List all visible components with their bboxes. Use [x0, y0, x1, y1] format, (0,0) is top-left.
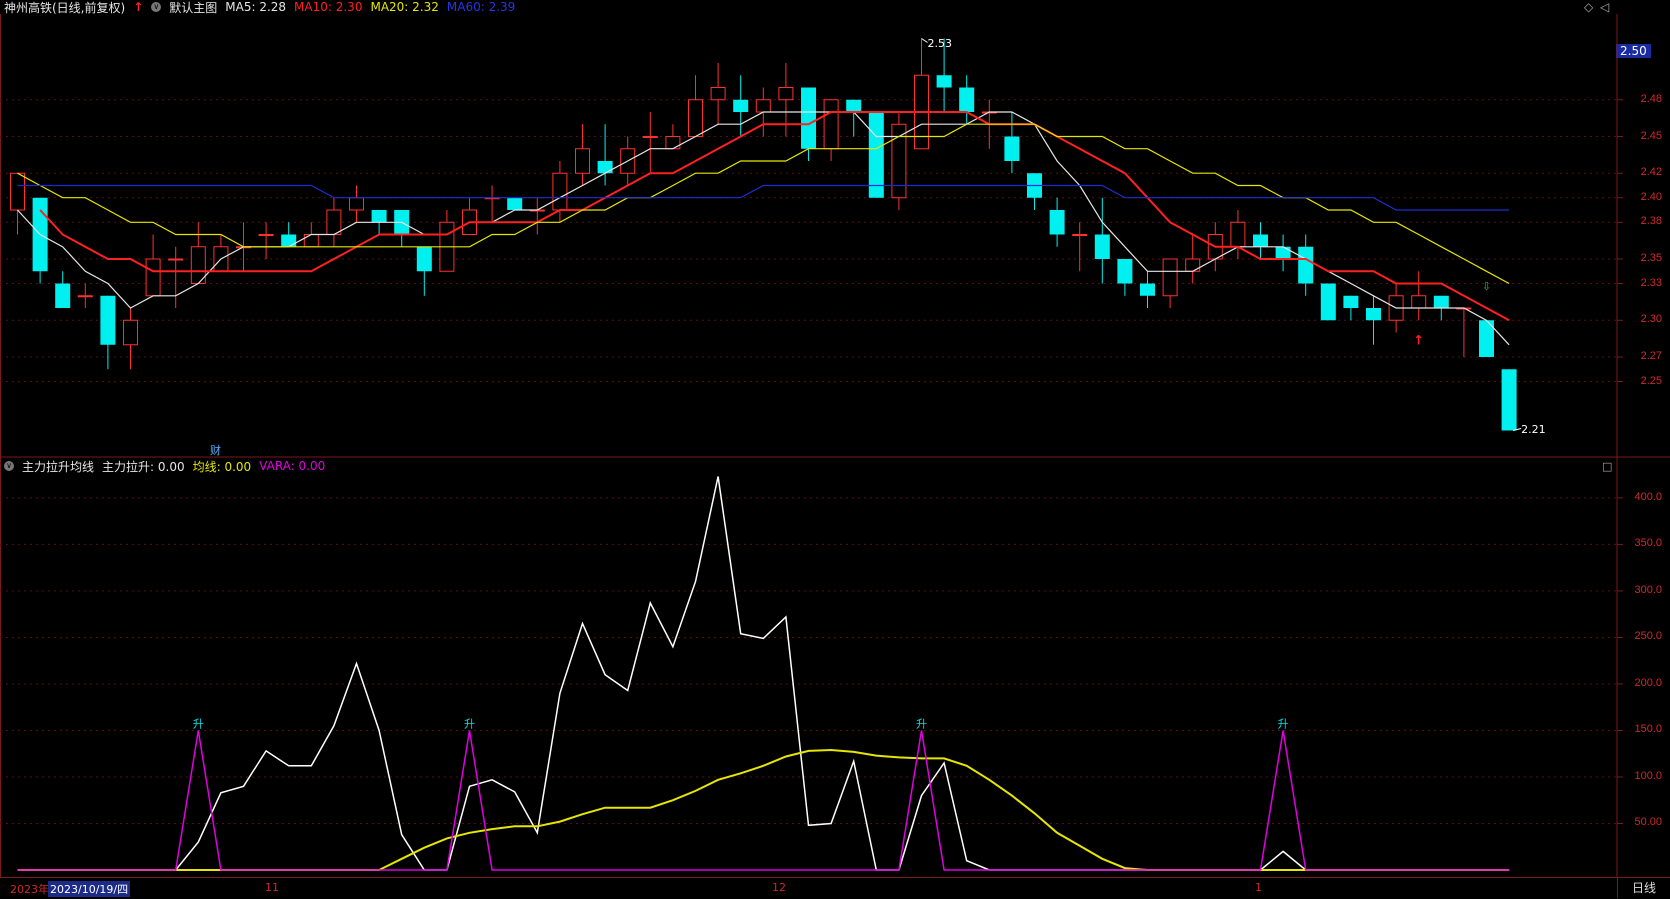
candle-body — [371, 210, 387, 223]
candle-body — [801, 87, 816, 149]
indicator-line-1 — [17, 748, 1510, 871]
candle-body — [936, 75, 952, 88]
price-tick-label: 2.42 — [1640, 166, 1662, 179]
signal-label: 升 — [464, 717, 475, 730]
price-tick-label: 2.38 — [1640, 215, 1662, 228]
candle-body — [1275, 246, 1291, 259]
candle-body — [552, 172, 568, 211]
candle-body — [1253, 234, 1268, 247]
date-axis: 2023年 2023/10/19/四 11 12 1 日线 — [0, 877, 1670, 899]
price-tick-label: 2.45 — [1640, 129, 1662, 142]
price-tick-label: 2.40 — [1640, 190, 1662, 203]
indicator-tick-label: 200.0 — [1634, 676, 1662, 689]
candle-body — [55, 283, 71, 308]
indicator-tick-label: 150.0 — [1634, 723, 1662, 736]
candle-body — [123, 319, 138, 346]
candle-body — [597, 161, 613, 174]
candle-body — [846, 99, 862, 112]
indicator-tick-label: 300.0 — [1634, 583, 1662, 596]
indicator-tick-label: 350.0 — [1634, 537, 1662, 550]
month-1-label: 1 — [1255, 881, 1262, 894]
candle-body — [1433, 295, 1449, 308]
candle-body — [1320, 283, 1336, 321]
candle-body — [416, 246, 432, 272]
candle-body — [1343, 295, 1359, 308]
ma-line-ma5 — [17, 111, 1510, 346]
candle-body — [507, 197, 523, 210]
candle-body — [303, 234, 319, 248]
candle-body — [868, 112, 884, 198]
sell-arrow-icon: ⇩ — [1482, 280, 1491, 293]
chart-canvas[interactable]: 升 升 升 升 ↑ ⇩ — [0, 0, 1670, 898]
signal-label: 升 — [916, 717, 927, 730]
candle-body — [710, 87, 726, 101]
ma-line-ma10 — [39, 111, 1510, 322]
candle-body — [665, 136, 681, 150]
candle-body — [1140, 283, 1155, 296]
month-12-label: 12 — [772, 881, 786, 894]
candle-body — [1411, 295, 1427, 309]
candle-body — [778, 87, 794, 101]
high-price-label: 2.53 — [927, 36, 953, 50]
candle-body — [1366, 308, 1381, 321]
candle-body — [891, 123, 907, 199]
candle-body — [1185, 258, 1201, 272]
candle-body — [1049, 210, 1065, 235]
candle-body — [642, 136, 658, 138]
candle-body — [1004, 136, 1020, 161]
price-tick-label: 2.27 — [1640, 350, 1662, 362]
candle-body — [1501, 369, 1517, 431]
candle-body — [168, 258, 184, 261]
candle-body — [145, 258, 161, 297]
signal-label: 升 — [193, 717, 204, 730]
indicator-tick-label: 50.00 — [1634, 816, 1662, 829]
indicator-tick-label: 100.0 — [1634, 769, 1662, 782]
candle-body — [688, 99, 703, 137]
candle-body — [733, 99, 749, 112]
candle-body — [1117, 259, 1133, 284]
signal-label: 升 — [1278, 717, 1289, 730]
candle-body — [10, 172, 25, 211]
candle-body — [1072, 234, 1088, 236]
indicator-tick-label: 400.0 — [1634, 490, 1662, 503]
candle-body — [1094, 234, 1110, 259]
month-11-label: 11 — [265, 881, 279, 894]
price-tick-label: 2.30 — [1640, 313, 1662, 326]
low-price-label: 2.21 — [1521, 422, 1546, 436]
candle-body — [755, 99, 771, 113]
price-tick-label: 2.33 — [1640, 276, 1662, 289]
candle-body — [258, 234, 274, 236]
candle-body — [77, 295, 93, 298]
buy-arrow-icon: ↑ — [1413, 334, 1424, 349]
candle-body — [349, 197, 364, 211]
candle-body — [575, 148, 590, 174]
finance-marker[interactable]: 财 — [210, 442, 221, 458]
candle-body — [959, 87, 975, 112]
candle-body — [1230, 221, 1246, 248]
indicator-line-0 — [17, 476, 1510, 871]
candle-body — [281, 234, 297, 247]
candle-body — [823, 99, 839, 150]
price-tick-label: 2.25 — [1640, 374, 1662, 387]
candle-body — [1298, 246, 1314, 284]
period-button[interactable]: 日线 — [1617, 878, 1670, 898]
price-tick-label: 2.35 — [1640, 252, 1662, 264]
selected-date: 2023/10/19/四 — [48, 881, 131, 897]
candle-body — [326, 209, 342, 235]
price-tick-label: 2.48 — [1640, 92, 1662, 105]
indicator-line-2 — [17, 730, 1510, 871]
year-label: 2023年 — [10, 883, 49, 896]
candle-body — [1162, 258, 1178, 297]
indicator-tick-label: 250.0 — [1634, 630, 1662, 643]
candle-body — [100, 295, 116, 345]
